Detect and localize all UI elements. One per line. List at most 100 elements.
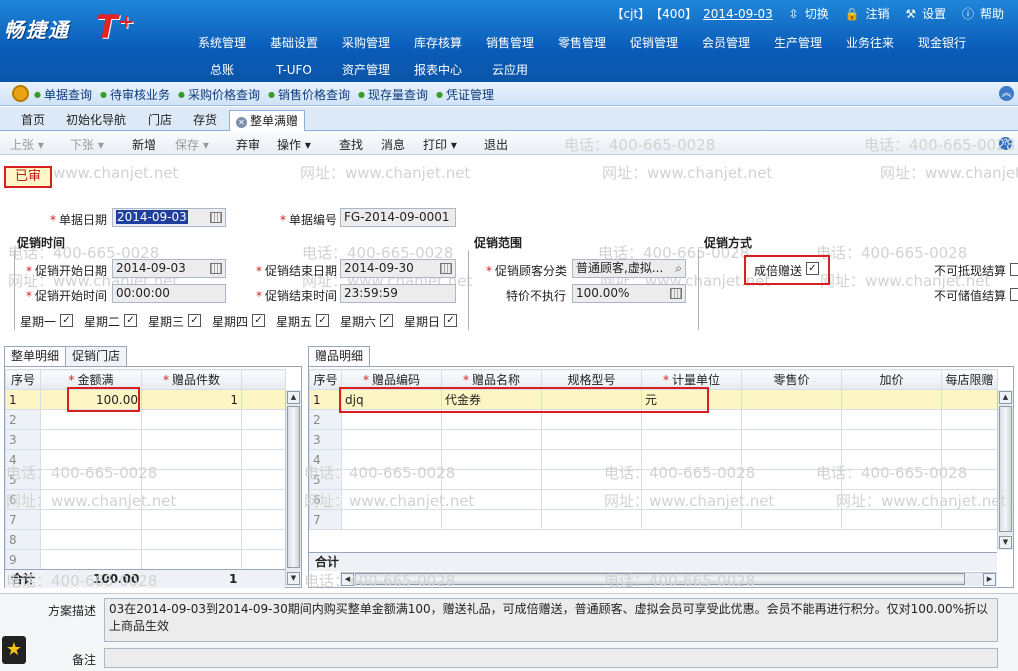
tab-promo-store[interactable]: 促销门店 bbox=[65, 346, 128, 366]
menu-item[interactable]: 资产管理 bbox=[330, 61, 402, 78]
print-button[interactable]: 打印 ▾ bbox=[423, 136, 457, 153]
exit-button[interactable]: 退出 bbox=[484, 136, 508, 153]
scroll-up-icon[interactable]: ▲ bbox=[287, 391, 300, 404]
table-row[interactable]: 7 bbox=[5, 509, 286, 530]
weekday-checkbox[interactable]: ✓ bbox=[188, 314, 201, 327]
menu-item[interactable]: 销售管理 bbox=[474, 34, 546, 51]
col-header-index[interactable]: 序号 bbox=[309, 369, 342, 390]
collapse-icon[interactable]: ︽ bbox=[999, 86, 1014, 101]
menu-item[interactable]: T-UFO bbox=[258, 63, 330, 77]
special-price-field[interactable]: 100.00% bbox=[572, 284, 686, 303]
calculator-icon[interactable] bbox=[670, 288, 682, 299]
tab-store[interactable]: 门店 bbox=[138, 110, 182, 131]
table-row[interactable]: 9 bbox=[5, 549, 286, 570]
no-stored-checkbox[interactable] bbox=[1010, 288, 1018, 301]
calendar-icon[interactable] bbox=[440, 263, 452, 274]
tab-gift-detail[interactable]: 赠品明细 bbox=[308, 346, 371, 366]
gear-icon[interactable] bbox=[12, 85, 29, 102]
find-button[interactable]: 查找 bbox=[339, 136, 363, 153]
menu-item[interactable]: 云应用 bbox=[474, 61, 546, 78]
col-header-per-store-limit[interactable]: 每店限赠 bbox=[941, 369, 998, 390]
favorites-star-icon[interactable]: ★ bbox=[2, 636, 26, 664]
gift-count-cell[interactable]: 1 bbox=[141, 389, 242, 410]
table-row[interactable]: 3 bbox=[5, 429, 286, 450]
right-grid-scrollbar[interactable]: ▲ ▼ bbox=[997, 390, 1013, 550]
quick-link[interactable]: 凭证管理 bbox=[436, 88, 494, 102]
col-header-gift-count[interactable]: 赠品件数 bbox=[141, 369, 242, 390]
col-header-markup[interactable]: 加价 bbox=[841, 369, 942, 390]
new-button[interactable]: 新增 bbox=[132, 136, 156, 153]
tab-order-gift[interactable]: ✕ 整单满赠 bbox=[229, 110, 305, 131]
quick-link[interactable]: 销售价格查询 bbox=[268, 88, 350, 102]
end-date-field[interactable]: 2014-09-30 bbox=[340, 259, 456, 278]
weekday-checkbox[interactable]: ✓ bbox=[380, 314, 393, 327]
scroll-up-icon[interactable]: ▲ bbox=[999, 391, 1012, 404]
weekday-checkbox[interactable]: ✓ bbox=[252, 314, 265, 327]
save-button[interactable]: 保存 ▾ bbox=[175, 136, 209, 153]
desc-field[interactable]: 03在2014-09-03到2014-09-30期间内购买整单金额满100，赠送… bbox=[104, 598, 998, 642]
table-row[interactable]: 8 bbox=[5, 529, 286, 550]
tab-home[interactable]: 首页 bbox=[10, 110, 56, 131]
menu-item[interactable]: 现金银行 bbox=[906, 34, 978, 51]
col-header-retail-price[interactable]: 零售价 bbox=[741, 369, 842, 390]
next-button[interactable]: 下张 ▾ bbox=[70, 136, 104, 153]
menu-item[interactable]: 报表中心 bbox=[402, 61, 474, 78]
weekday-checkbox[interactable]: ✓ bbox=[124, 314, 137, 327]
menu-item[interactable]: 系统管理 bbox=[186, 34, 258, 51]
menu-item[interactable]: 生产管理 bbox=[762, 34, 834, 51]
menu-item[interactable]: 业务往来 bbox=[834, 34, 906, 51]
menu-item[interactable]: 总账 bbox=[186, 61, 258, 78]
operate-button[interactable]: 操作 ▾ bbox=[277, 136, 311, 153]
table-row[interactable]: 2 bbox=[5, 409, 286, 430]
weekday-checkbox[interactable]: ✓ bbox=[316, 314, 329, 327]
calendar-icon[interactable] bbox=[210, 212, 222, 223]
tab-inventory[interactable]: 存货 bbox=[184, 110, 226, 131]
logout-button[interactable]: 🔒 注销 bbox=[839, 7, 890, 21]
retail-price-cell[interactable] bbox=[741, 389, 842, 410]
note-field[interactable] bbox=[104, 648, 998, 668]
menu-item[interactable]: 采购管理 bbox=[330, 34, 402, 51]
scroll-thumb[interactable] bbox=[287, 406, 300, 568]
doc-no-field[interactable]: FG-2014-09-0001 bbox=[340, 208, 456, 227]
search-icon[interactable]: ⌕ bbox=[675, 260, 682, 277]
menu-item[interactable]: 基础设置 bbox=[258, 34, 330, 51]
settings-button[interactable]: ⚒ 设置 bbox=[899, 7, 946, 21]
end-time-field[interactable]: 23:59:59 bbox=[340, 284, 456, 303]
customer-class-field[interactable]: 普通顾客,虚拟... ⌕ bbox=[572, 259, 686, 278]
limit-cell[interactable] bbox=[941, 389, 998, 410]
login-date[interactable]: 2014-09-03 bbox=[703, 7, 773, 21]
help-button[interactable]: ⓘ 帮助 bbox=[956, 7, 1004, 21]
scroll-right-icon[interactable]: ▶ bbox=[983, 573, 996, 586]
abandon-audit-button[interactable]: 弃审 bbox=[236, 136, 260, 153]
quick-link[interactable]: 单据查询 bbox=[34, 88, 92, 102]
menu-item[interactable]: 促销管理 bbox=[618, 34, 690, 51]
col-header-index[interactable]: 序号 bbox=[5, 369, 41, 390]
doc-date-field[interactable]: 2014-09-03 bbox=[112, 208, 226, 227]
table-row[interactable]: 1 100.00 1 bbox=[5, 389, 286, 410]
start-date-field[interactable]: 2014-09-03 bbox=[112, 259, 226, 278]
switch-button[interactable]: ⇳ 切换 bbox=[783, 7, 829, 21]
scroll-down-icon[interactable]: ▼ bbox=[287, 572, 300, 585]
calendar-icon[interactable] bbox=[210, 263, 222, 274]
tab-order-detail[interactable]: 整单明细 bbox=[4, 346, 67, 366]
start-time-field[interactable]: 00:00:00 bbox=[112, 284, 226, 303]
quick-link[interactable]: 待审核业务 bbox=[100, 88, 170, 102]
menu-item[interactable]: 零售管理 bbox=[546, 34, 618, 51]
scroll-down-icon[interactable]: ▼ bbox=[999, 536, 1012, 549]
table-row[interactable]: 3 bbox=[309, 429, 998, 450]
no-cash-checkbox[interactable] bbox=[1010, 263, 1018, 276]
markup-cell[interactable] bbox=[841, 389, 942, 410]
scroll-thumb[interactable] bbox=[999, 406, 1012, 532]
tab-init-nav[interactable]: 初始化导航 bbox=[58, 110, 134, 131]
prev-button[interactable]: 上张 ▾ bbox=[10, 136, 44, 153]
close-icon[interactable]: ✕ bbox=[235, 117, 247, 128]
table-row[interactable]: 7 bbox=[309, 509, 998, 530]
weekday-checkbox[interactable]: ✓ bbox=[444, 314, 457, 327]
menu-item[interactable]: 库存核算 bbox=[402, 34, 474, 51]
weekday-checkbox[interactable]: ✓ bbox=[60, 314, 73, 327]
quick-link[interactable]: 采购价格查询 bbox=[178, 88, 260, 102]
menu-item[interactable]: 会员管理 bbox=[690, 34, 762, 51]
message-button[interactable]: 消息 bbox=[381, 136, 405, 153]
left-grid-scrollbar[interactable]: ▲ ▼ bbox=[285, 390, 301, 586]
quick-link[interactable]: 现存量查询 bbox=[358, 88, 428, 102]
